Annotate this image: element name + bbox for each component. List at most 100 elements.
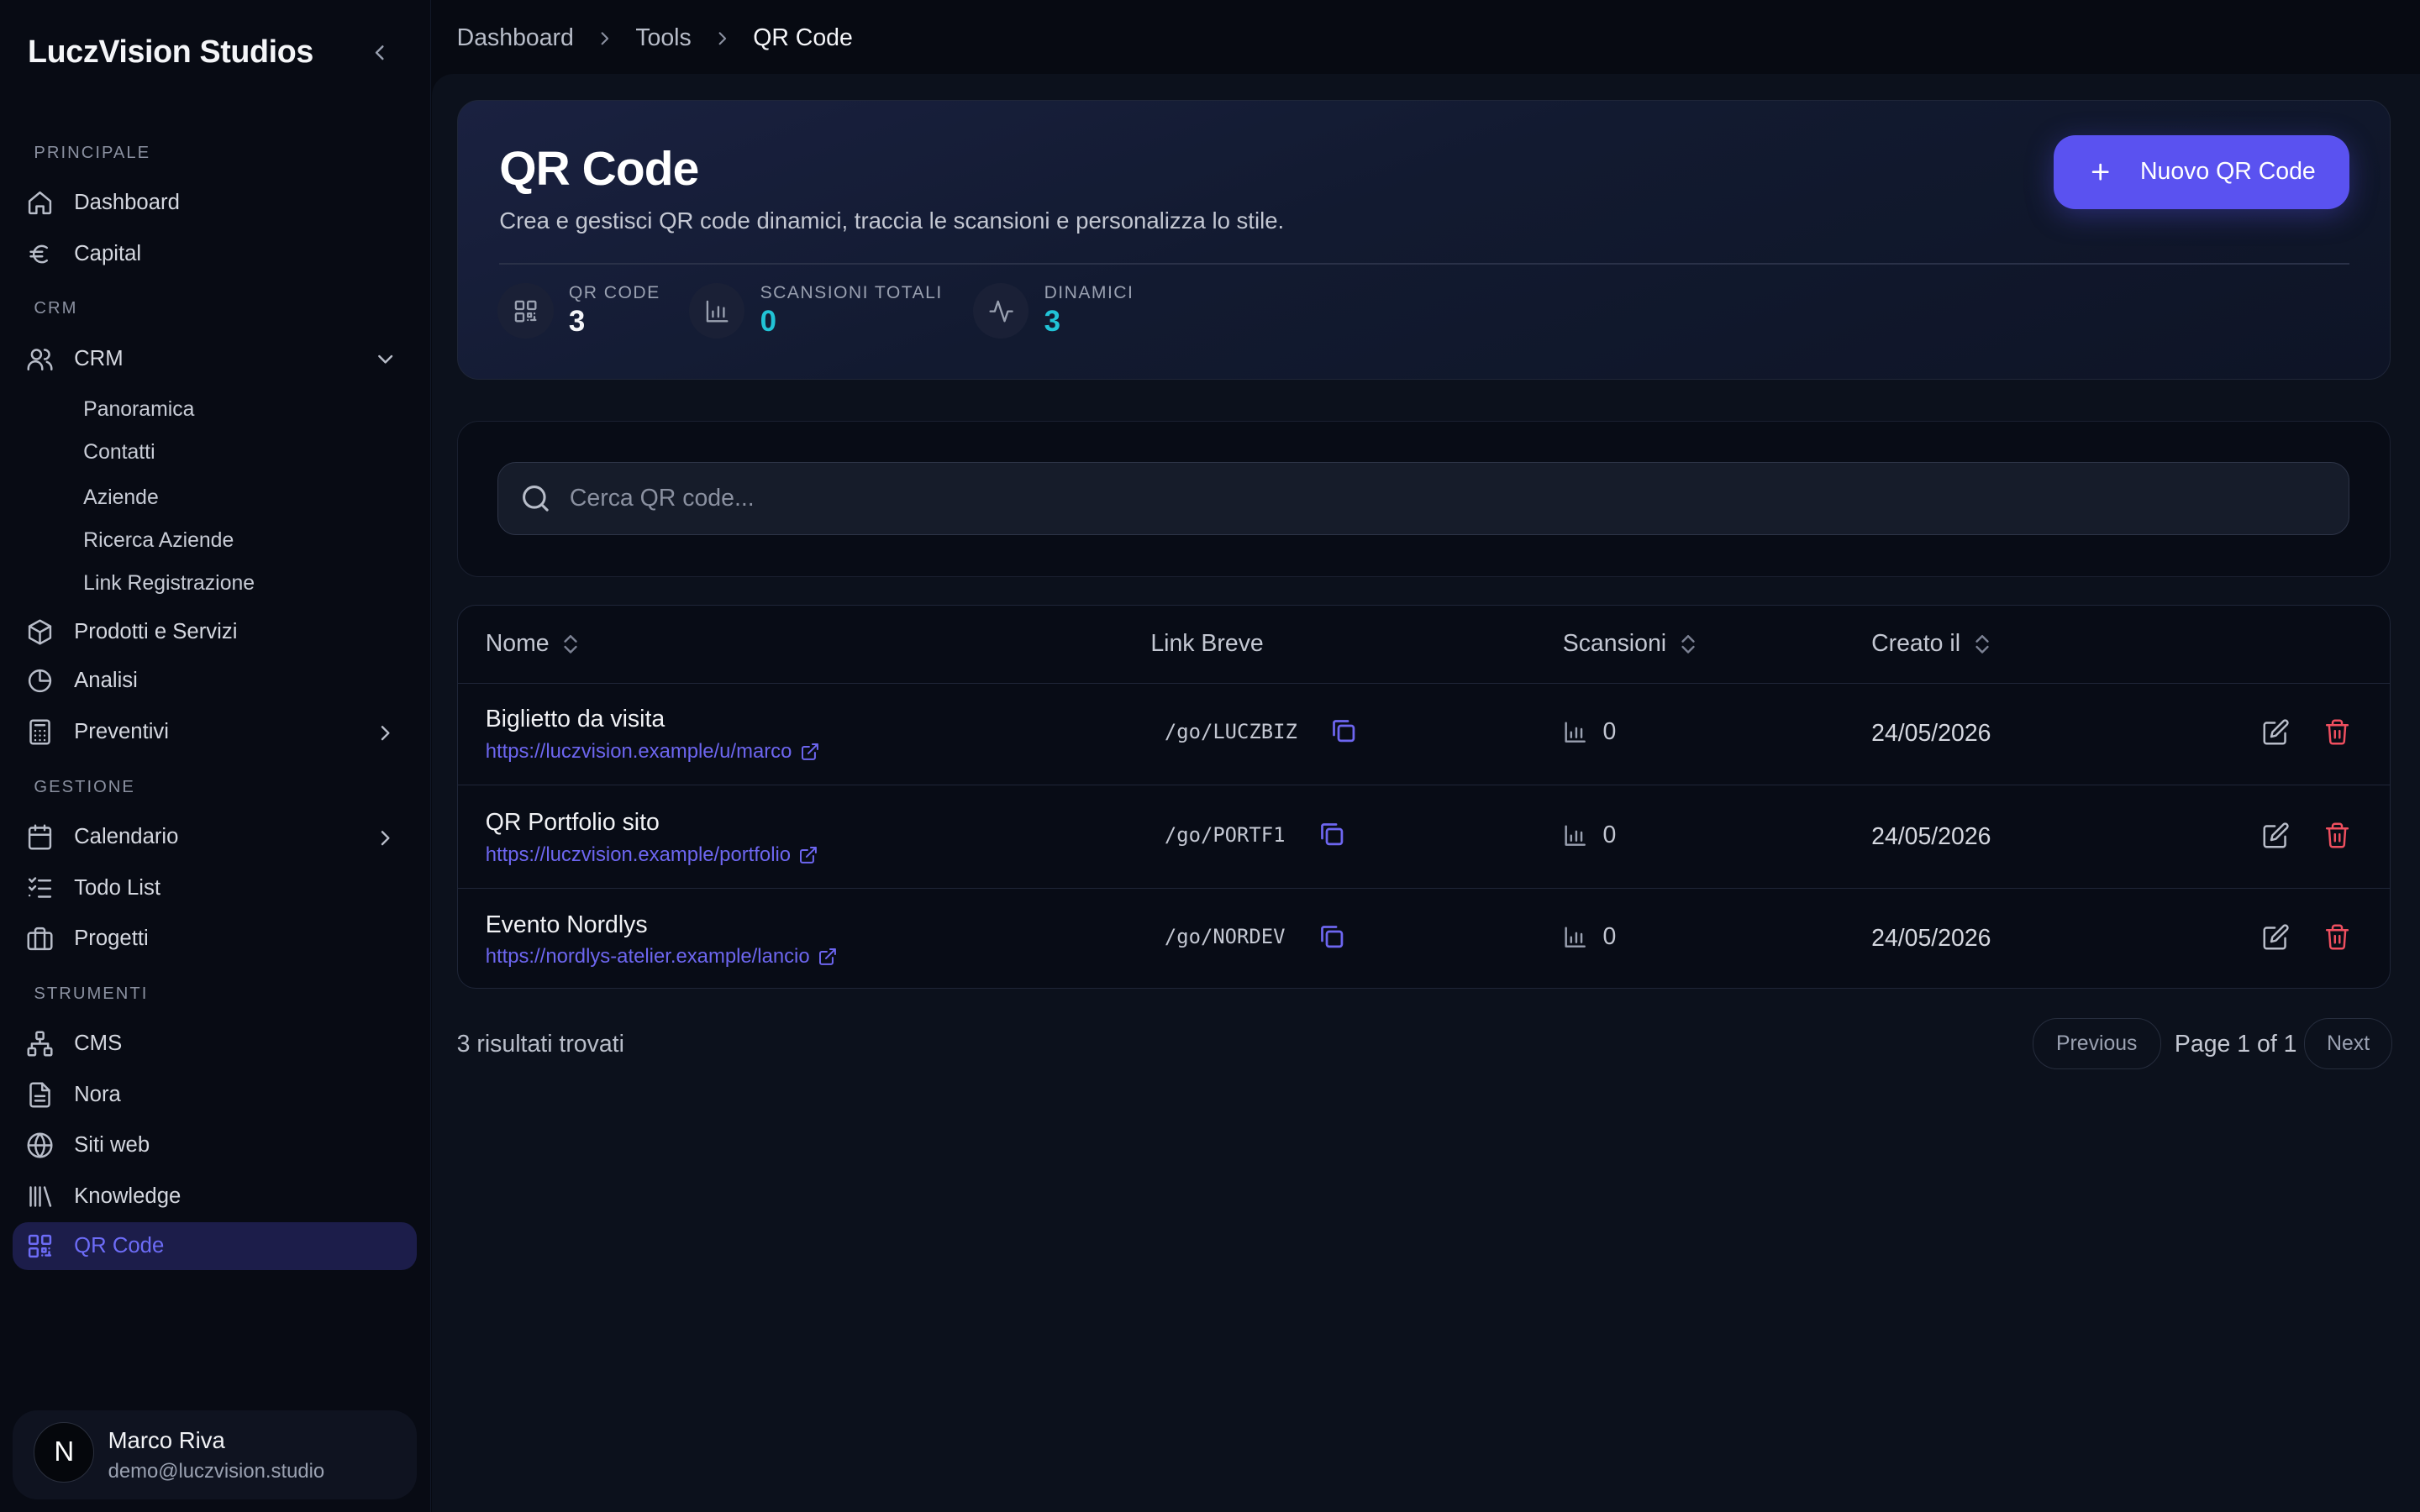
chevron-right-icon	[373, 826, 397, 850]
divider	[499, 263, 2350, 265]
qr-url-link[interactable]: https://luczvision.example/u/marco	[486, 740, 820, 764]
sidebar-item-label: QR Code	[74, 1233, 165, 1257]
sidebar-subitem-link-registrazione[interactable]: Link Registrazione	[83, 572, 255, 596]
sidebar-subitem-contatti[interactable]: Contatti	[83, 441, 155, 465]
table-row: Evento Nordlys https://nordlys-atelier.e…	[458, 888, 2391, 988]
sidebar-item-preventivi[interactable]: Preventivi	[13, 708, 417, 756]
edit-icon[interactable]	[2262, 718, 2290, 746]
column-label: Link Breve	[1150, 630, 1264, 658]
edit-icon[interactable]	[2262, 822, 2290, 849]
euro-icon	[26, 240, 54, 268]
sidebar-subitem-ricerca-aziende[interactable]: Ricerca Aziende	[83, 529, 234, 553]
collapse-sidebar-icon[interactable]	[367, 40, 392, 65]
sidebar-item-label: Todo List	[74, 875, 160, 900]
page-info: Page 1 of 1	[2174, 1030, 2297, 1058]
scan-value: 0	[1602, 718, 1617, 746]
user-email: demo@luczvision.studio	[108, 1459, 325, 1483]
copy-icon[interactable]	[1318, 922, 1345, 950]
sidebar-item-siti-web[interactable]: Siti web	[13, 1121, 417, 1169]
sidebar-item-analisi[interactable]: Analisi	[13, 657, 417, 705]
calendar-icon	[26, 823, 54, 851]
sidebar-item-progetti[interactable]: Progetti	[13, 915, 417, 963]
previous-button[interactable]: Previous	[2032, 1018, 2161, 1069]
sidebar-item-knowledge[interactable]: Knowledge	[13, 1173, 417, 1221]
stat-value: 3	[568, 305, 586, 339]
avatar: N	[34, 1422, 95, 1483]
sidebar-item-label: Capital	[74, 241, 142, 265]
breadcrumb-dashboard[interactable]: Dashboard	[457, 24, 574, 52]
short-link: /go/NORDEV	[1164, 925, 1286, 949]
sidebar-item-label: CMS	[74, 1032, 123, 1056]
sidebar-item-label: Progetti	[74, 927, 149, 951]
chevron-down-icon	[373, 347, 397, 371]
trash-icon[interactable]	[2323, 923, 2351, 951]
results-count: 3 risultati trovati	[456, 1030, 624, 1058]
qr-url-link[interactable]: https://nordlys-atelier.example/lancio	[486, 945, 838, 969]
activity-icon	[973, 283, 1029, 339]
copy-icon[interactable]	[1318, 820, 1345, 848]
table-row: QR Portfolio sito https://luczvision.exa…	[457, 786, 2391, 890]
column-link-breve: Link Breve	[1150, 630, 1263, 658]
qr-url-text: https://nordlys-atelier.example/lancio	[485, 945, 810, 969]
globe-icon	[26, 1131, 54, 1159]
sidebar-item-todo-list[interactable]: Todo List	[13, 864, 417, 912]
section-strumenti: STRUMENTI	[34, 984, 149, 1003]
user-name: Marco Riva	[108, 1426, 225, 1453]
sidebar-item-calendario[interactable]: Calendario	[13, 813, 417, 861]
sidebar-item-label: CRM	[74, 346, 124, 370]
search-icon	[520, 483, 551, 514]
copy-icon[interactable]	[1329, 717, 1357, 744]
trash-icon[interactable]	[2323, 718, 2351, 746]
sidebar-item-crm[interactable]: CRM	[13, 335, 417, 383]
short-link: /go/PORTF1	[1164, 822, 1286, 847]
edit-icon[interactable]	[2262, 923, 2290, 951]
column-scansioni[interactable]: Scansioni	[1563, 630, 1697, 658]
bar-chart-icon	[1563, 823, 1587, 848]
trash-icon[interactable]	[2323, 822, 2351, 849]
table-header: Nome Link Breve Scansioni Creato il	[457, 606, 2391, 684]
page-title: QR Code	[499, 142, 699, 197]
sidebar-item-dashboard[interactable]: Dashboard	[13, 179, 417, 227]
section-crm: CRM	[34, 299, 78, 318]
qr-code-icon	[26, 1232, 54, 1260]
sidebar-item-nora[interactable]: Nora	[13, 1071, 417, 1119]
qr-name: Evento Nordlys	[485, 911, 648, 938]
stat-value: 0	[760, 305, 777, 339]
qr-name: QR Portfolio sito	[485, 809, 660, 837]
search-box	[497, 462, 2350, 535]
external-link-icon	[800, 742, 820, 762]
sitemap-icon	[26, 1030, 54, 1058]
column-nome[interactable]: Nome	[486, 630, 581, 658]
breadcrumb-tools[interactable]: Tools	[635, 24, 691, 52]
next-button[interactable]: Next	[2304, 1018, 2393, 1069]
sort-icon	[561, 633, 580, 655]
stat-qr-code: QR CODE 3	[497, 283, 660, 339]
sidebar-item-label: Calendario	[74, 824, 179, 848]
sidebar: LuczVision Studios PRINCIPALE Dashboard …	[0, 0, 432, 1512]
user-card[interactable]: N Marco Riva demo@luczvision.studio	[12, 1410, 417, 1500]
home-icon	[26, 189, 54, 217]
short-link: /go/LUCZBIZ	[1164, 719, 1297, 743]
sidebar-item-cms[interactable]: CMS	[13, 1020, 417, 1068]
sidebar-item-label: Nora	[74, 1082, 121, 1106]
sidebar-item-label: Siti web	[74, 1133, 150, 1158]
sidebar-item-capital[interactable]: Capital	[13, 230, 417, 278]
sidebar-item-qr-code[interactable]: QR Code	[12, 1221, 417, 1270]
sidebar-item-label: Preventivi	[74, 720, 169, 743]
new-qr-code-label: Nuovo QR Code	[2139, 158, 2316, 186]
chevron-right-icon	[712, 28, 734, 50]
created-date: 24/05/2026	[1871, 822, 1991, 850]
table-row: Biglietto da visita https://luczvision.e…	[457, 683, 2391, 786]
page-subtitle: Crea e gestisci QR code dinamici, tracci…	[499, 207, 1285, 234]
new-qr-code-button[interactable]: Nuovo QR Code	[2053, 134, 2350, 209]
sidebar-subitem-aziende[interactable]: Aziende	[83, 486, 159, 510]
brand-title: LuczVision Studios	[28, 34, 313, 70]
sidebar-subitem-panoramica[interactable]: Panoramica	[83, 398, 194, 422]
column-creato-il[interactable]: Creato il	[1871, 630, 1991, 658]
qr-name: Biglietto da visita	[485, 706, 666, 733]
external-link-icon	[818, 947, 838, 967]
bar-chart-icon	[689, 283, 745, 339]
qr-url-link[interactable]: https://luczvision.example/portfolio	[486, 843, 818, 867]
sidebar-item-prodotti[interactable]: Prodotti e Servizi	[13, 608, 417, 656]
search-input[interactable]	[566, 483, 2270, 514]
